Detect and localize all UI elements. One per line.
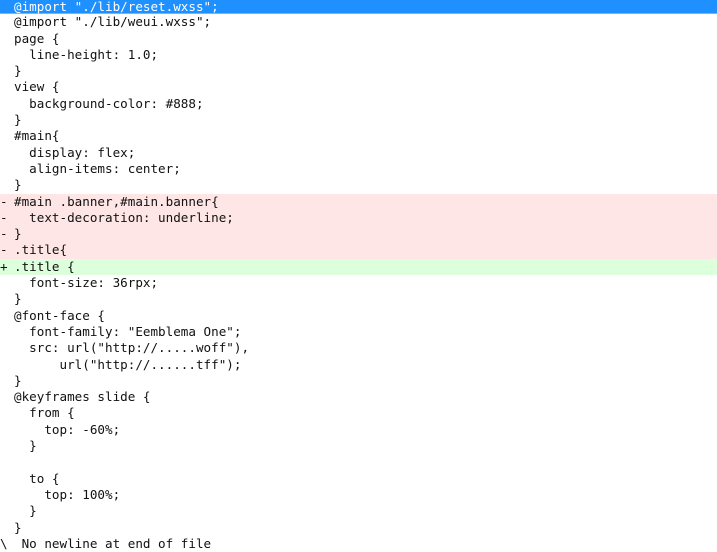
diff-marker: - — [0, 226, 8, 242]
diff-view[interactable]: @import "./lib/reset.wxss"; @import "./li… — [0, 0, 717, 552]
context-line[interactable]: } — [0, 177, 717, 193]
context-line[interactable]: @import "./lib/weui.wxss"; — [0, 14, 717, 30]
code-text: } — [14, 372, 22, 388]
code-text: top: 100%; — [14, 486, 121, 502]
diff-marker: - — [0, 242, 8, 258]
diff-marker: - — [0, 193, 8, 209]
context-line[interactable]: top: 100%; — [0, 487, 717, 503]
deleted-line[interactable]: - .title{ — [0, 242, 717, 259]
context-line[interactable]: top: -60%; — [0, 422, 717, 438]
context-line[interactable]: } — [0, 112, 717, 128]
code-text: page { — [14, 30, 60, 46]
context-line[interactable]: background-color: #888; — [0, 96, 717, 112]
code-text: src: url("http://.....woff"), — [14, 340, 250, 356]
context-line[interactable]: } — [0, 373, 717, 389]
deleted-line[interactable]: -} — [0, 226, 717, 243]
code-text: url("http://......tff"); — [14, 356, 242, 372]
code-text: } — [14, 291, 22, 307]
added-line[interactable]: + .title { — [0, 258, 717, 276]
code-text: } — [14, 63, 22, 79]
code-text: font-size: 36rpx; — [14, 275, 159, 291]
context-line[interactable]: to { — [0, 471, 717, 487]
code-text: @import "./lib/reset.wxss"; — [14, 0, 219, 14]
context-line[interactable]: \ No newline at end of file — [0, 536, 717, 552]
context-line[interactable]: url("http://......tff"); — [0, 357, 717, 373]
code-text: @keyframes slide { — [14, 389, 151, 405]
code-text: text-decoration: underline; — [14, 209, 234, 225]
code-text: #main{ — [14, 128, 60, 144]
code-text: align-items: center; — [14, 160, 181, 176]
code-text: @font-face { — [14, 307, 105, 323]
code-text: view { — [14, 79, 60, 95]
code-text: #main .banner,#main.banner{ — [14, 193, 219, 209]
code-text: No newline at end of file — [14, 535, 212, 551]
context-line[interactable] — [0, 454, 717, 470]
code-text: top: -60%; — [14, 421, 121, 437]
context-line[interactable]: } — [0, 291, 717, 307]
context-line[interactable]: view { — [0, 79, 717, 95]
code-text: display: flex; — [14, 144, 136, 160]
code-text: @import "./lib/weui.wxss"; — [14, 14, 212, 30]
context-line[interactable]: font-family: "Eemblema One"; — [0, 324, 717, 340]
code-text: from { — [14, 405, 75, 421]
code-text: } — [14, 519, 22, 535]
context-line[interactable]: page { — [0, 31, 717, 47]
context-line[interactable]: } — [0, 63, 717, 79]
context-line[interactable]: src: url("http://.....woff"), — [0, 340, 717, 356]
diff-marker: + — [0, 258, 8, 274]
context-line[interactable]: } — [0, 438, 717, 454]
context-line[interactable]: } — [0, 503, 717, 519]
diff-marker: - — [0, 209, 8, 225]
context-line[interactable]: align-items: center; — [0, 161, 717, 177]
code-text: .title{ — [14, 242, 68, 258]
context-line[interactable]: @font-face { — [0, 308, 717, 324]
diff-marker: \ — [0, 535, 8, 551]
code-text: font-family: "Eemblema One"; — [14, 323, 242, 339]
code-text: background-color: #888; — [14, 95, 204, 111]
deleted-line[interactable]: - text-decoration: underline; — [0, 209, 717, 227]
context-line[interactable]: @keyframes slide { — [0, 389, 717, 405]
selected-line[interactable]: @import "./lib/reset.wxss"; — [0, 0, 717, 15]
code-text: .title { — [14, 258, 75, 274]
context-line[interactable]: display: flex; — [0, 145, 717, 161]
context-line[interactable]: font-size: 36rpx; — [0, 275, 717, 291]
code-text: } — [14, 112, 22, 128]
deleted-line[interactable]: - #main .banner,#main.banner{ — [0, 193, 717, 210]
code-text: to { — [14, 470, 60, 486]
context-line[interactable]: line-height: 1.0; — [0, 47, 717, 63]
context-line[interactable]: #main{ — [0, 128, 717, 144]
context-line[interactable]: } — [0, 520, 717, 536]
code-text: } — [14, 503, 37, 519]
context-line[interactable]: from { — [0, 405, 717, 421]
code-text: line-height: 1.0; — [14, 46, 159, 62]
code-text: } — [14, 438, 37, 454]
code-text: } — [14, 177, 22, 193]
code-text: } — [14, 226, 22, 242]
